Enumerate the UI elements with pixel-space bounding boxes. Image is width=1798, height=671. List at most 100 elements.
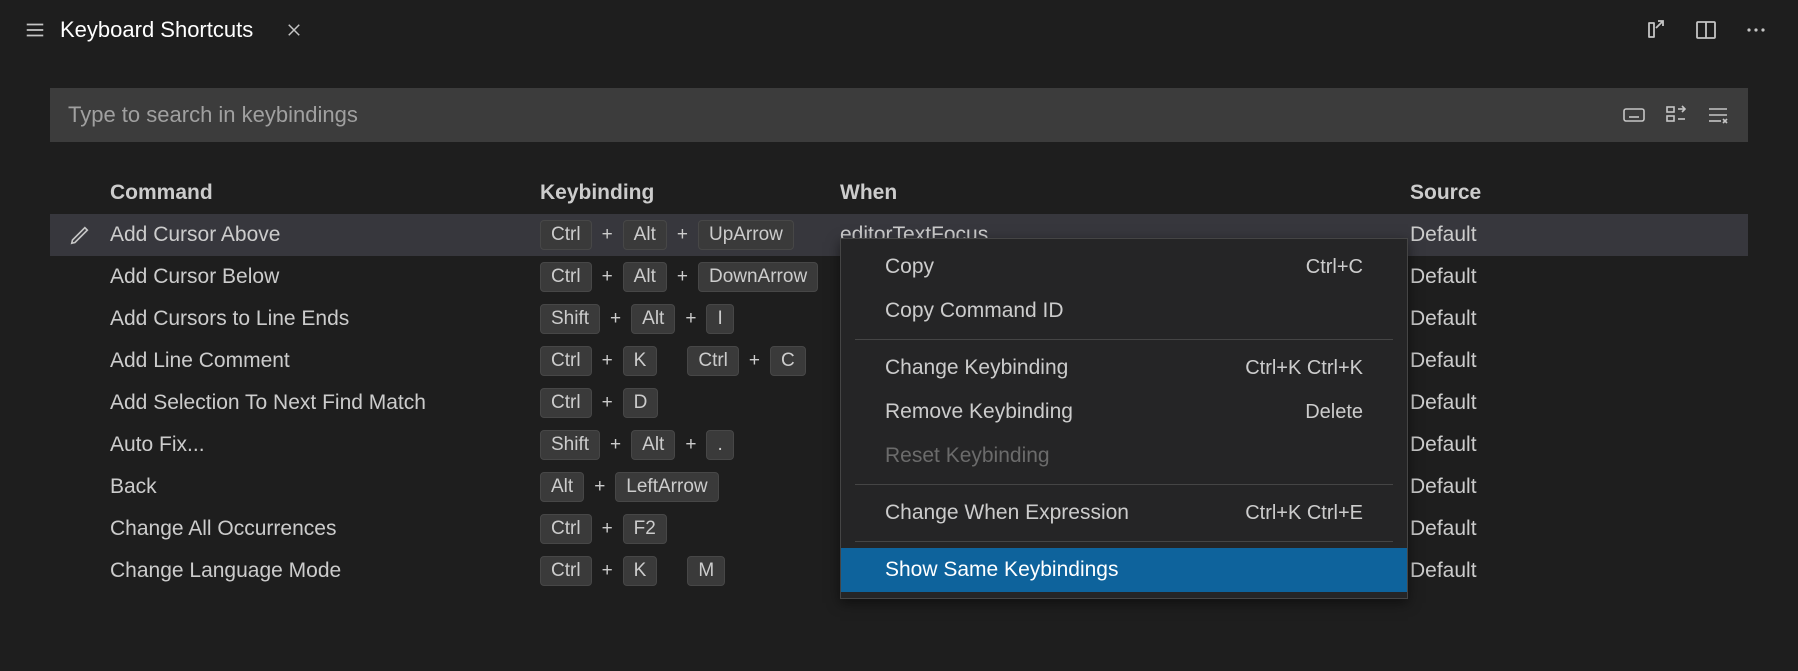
source-cell: Default <box>1410 307 1540 331</box>
keybinding-cell: Ctrl+KM <box>540 556 840 586</box>
split-editor-button[interactable] <box>1694 18 1718 42</box>
menu-item[interactable]: Change Keybinding Ctrl+K Ctrl+K <box>841 346 1407 390</box>
col-source[interactable]: Source <box>1410 177 1540 209</box>
key-cap: Ctrl <box>540 346 592 376</box>
close-tab-button[interactable] <box>285 21 303 39</box>
key-cap: K <box>623 346 658 376</box>
key-cap: Ctrl <box>540 220 592 250</box>
command-cell: Add Line Comment <box>110 349 540 373</box>
tab-title: Keyboard Shortcuts <box>60 17 253 43</box>
table-header: Command Keybinding When Source <box>50 172 1748 214</box>
menu-item[interactable]: Change When Expression Ctrl+K Ctrl+E <box>841 491 1407 535</box>
key-separator: + <box>683 308 698 330</box>
source-cell: Default <box>1410 517 1540 541</box>
key-cap: Ctrl <box>540 388 592 418</box>
key-cap: Ctrl <box>540 262 592 292</box>
key-cap: M <box>687 556 725 586</box>
menu-item-label: Change When Expression <box>885 501 1129 525</box>
source-cell: Default <box>1410 265 1540 289</box>
keybinding-cell: Shift+Alt+. <box>540 430 840 460</box>
key-cap: Ctrl <box>540 514 592 544</box>
open-keybindings-json-button[interactable] <box>1644 18 1668 42</box>
key-separator: + <box>683 434 698 456</box>
key-cap: Alt <box>623 220 667 250</box>
keybinding-cell: Ctrl+KCtrl+C <box>540 346 840 376</box>
menu-separator <box>855 541 1393 542</box>
menu-item-shortcut: Ctrl+C <box>1306 256 1363 279</box>
context-menu: Copy Ctrl+C Copy Command ID Change Keybindi… <box>840 238 1408 599</box>
record-keys-icon[interactable] <box>1622 103 1646 127</box>
command-cell: Change All Occurrences <box>110 517 540 541</box>
key-separator: + <box>608 434 623 456</box>
search-bar <box>50 88 1748 142</box>
keybinding-cell: Ctrl+D <box>540 388 840 418</box>
source-cell: Default <box>1410 475 1540 499</box>
command-cell: Add Cursors to Line Ends <box>110 307 540 331</box>
keybinding-cell: Alt + LeftArrow <box>540 472 840 502</box>
key-separator: + <box>600 518 615 540</box>
keybinding-cell: Shift + Alt + I <box>540 304 840 334</box>
menu-item-label: Copy Command ID <box>885 299 1064 323</box>
menu-item-label: Show Same Keybindings <box>885 558 1118 582</box>
search-input[interactable] <box>68 102 1622 128</box>
menu-item[interactable]: Show Same Keybindings <box>841 548 1407 592</box>
key-separator: + <box>608 308 623 330</box>
key-separator: + <box>592 476 607 498</box>
key-cap: I <box>706 304 733 334</box>
menu-item-shortcut: Ctrl+K Ctrl+K <box>1245 357 1363 380</box>
source-cell: Default <box>1410 559 1540 583</box>
keybinding-cell: Ctrl + F2 <box>540 514 840 544</box>
pencil-icon[interactable] <box>69 224 91 246</box>
key-cap: DownArrow <box>698 262 818 292</box>
key-cap: K <box>623 556 658 586</box>
key-separator: + <box>675 266 690 288</box>
col-keybinding[interactable]: Keybinding <box>540 177 840 209</box>
menu-item[interactable]: Copy Ctrl+C <box>841 245 1407 289</box>
col-command[interactable]: Command <box>110 177 540 209</box>
key-cap: Shift <box>540 304 600 334</box>
menu-item-label: Remove Keybinding <box>885 400 1073 424</box>
source-cell: Default <box>1410 433 1540 457</box>
command-cell: Add Cursor Below <box>110 265 540 289</box>
menu-item-shortcut: Delete <box>1305 401 1363 424</box>
menu-item-label: Copy <box>885 255 934 279</box>
key-cap: Ctrl <box>687 346 739 376</box>
key-cap: Shift <box>540 430 600 460</box>
key-cap: UpArrow <box>698 220 794 250</box>
key-cap: Alt <box>540 472 584 502</box>
key-separator: + <box>600 350 615 372</box>
key-cap: Alt <box>623 262 667 292</box>
command-cell: Back <box>110 475 540 499</box>
clear-search-icon[interactable] <box>1706 103 1730 127</box>
key-separator: + <box>675 224 690 246</box>
key-separator: + <box>600 224 615 246</box>
search-actions <box>1622 103 1730 127</box>
source-cell: Default <box>1410 349 1540 373</box>
key-cap: LeftArrow <box>615 472 718 502</box>
active-tab[interactable]: Keyboard Shortcuts <box>0 0 328 60</box>
key-cap: Alt <box>631 430 675 460</box>
titlebar-actions <box>1644 18 1798 42</box>
keybinding-cell: Ctrl+Alt+DownArrow <box>540 262 840 292</box>
menu-item[interactable]: Copy Command ID <box>841 289 1407 333</box>
key-cap: F2 <box>623 514 667 544</box>
key-cap: Alt <box>631 304 675 334</box>
more-actions-button[interactable] <box>1744 18 1768 42</box>
col-when[interactable]: When <box>840 177 1410 209</box>
menu-separator <box>855 484 1393 485</box>
menu-item[interactable]: Remove Keybinding Delete <box>841 390 1407 434</box>
edit-icon-cell <box>50 224 110 246</box>
command-cell: Auto Fix... <box>110 433 540 457</box>
sort-by-precedence-icon[interactable] <box>1664 103 1688 127</box>
menu-item-label: Change Keybinding <box>885 356 1068 380</box>
command-cell: Change Language Mode <box>110 559 540 583</box>
command-cell: Add Cursor Above <box>110 223 540 247</box>
source-cell: Default <box>1410 391 1540 415</box>
menu-item-shortcut: Ctrl+K Ctrl+E <box>1245 502 1363 525</box>
titlebar: Keyboard Shortcuts <box>0 0 1798 60</box>
menu-separator <box>855 339 1393 340</box>
menu-item-label: Reset Keybinding <box>885 444 1050 468</box>
menu-item: Reset Keybinding <box>841 434 1407 478</box>
source-cell: Default <box>1410 223 1540 247</box>
hamburger-icon <box>24 19 46 41</box>
